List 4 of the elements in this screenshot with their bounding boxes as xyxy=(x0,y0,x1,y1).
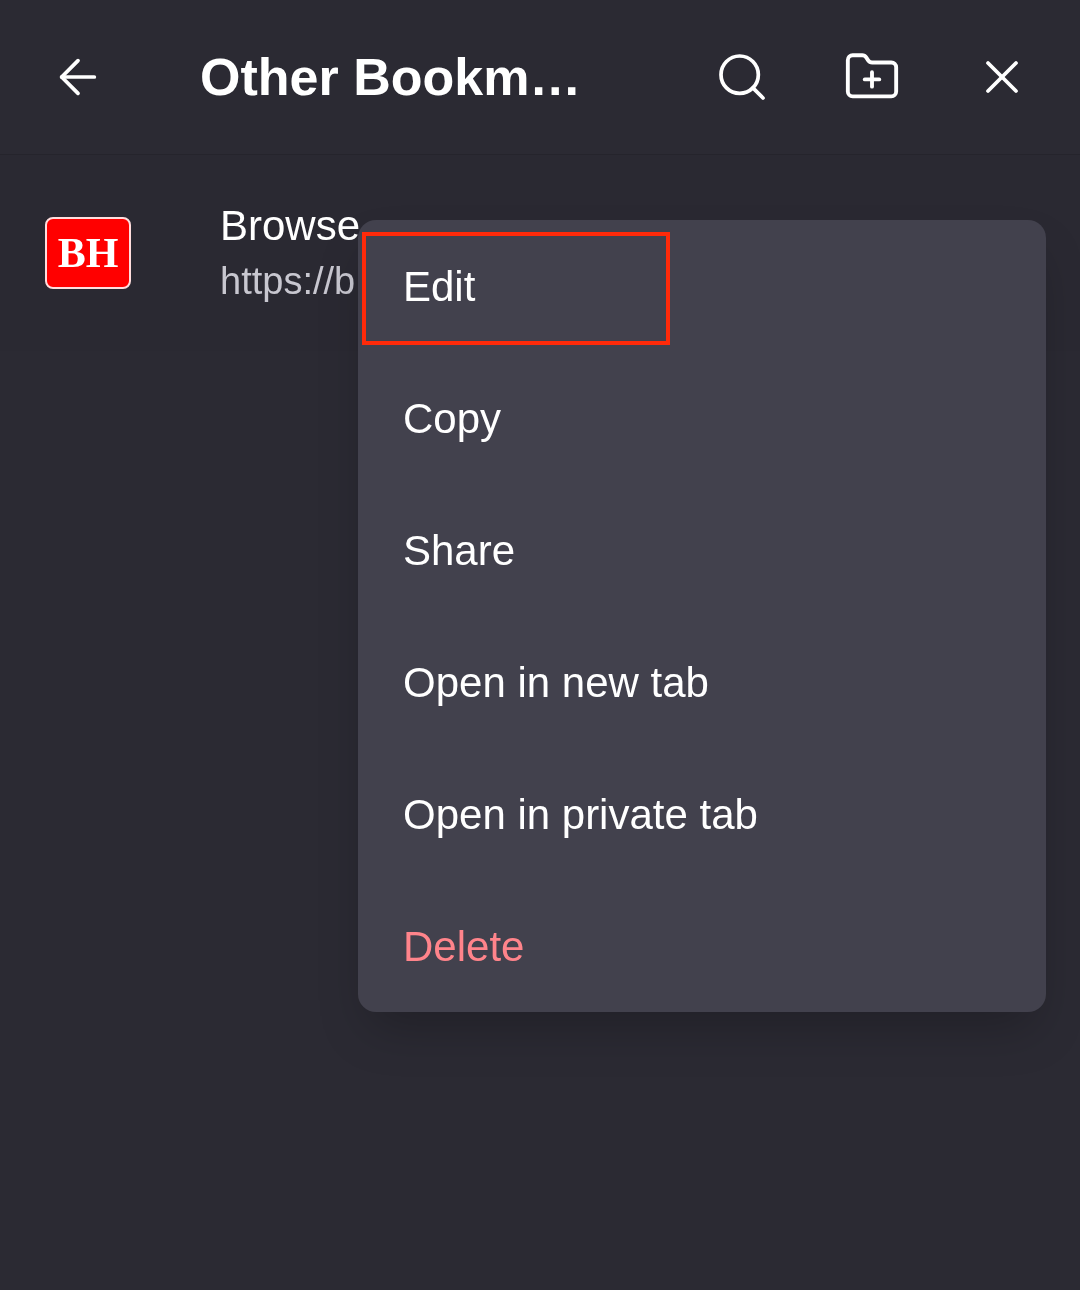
bookmark-url: https://b xyxy=(220,259,357,304)
page-title: Other Bookm… xyxy=(200,47,582,108)
site-favicon: BH xyxy=(45,217,131,289)
bookmark-title: Browse xyxy=(220,201,361,251)
